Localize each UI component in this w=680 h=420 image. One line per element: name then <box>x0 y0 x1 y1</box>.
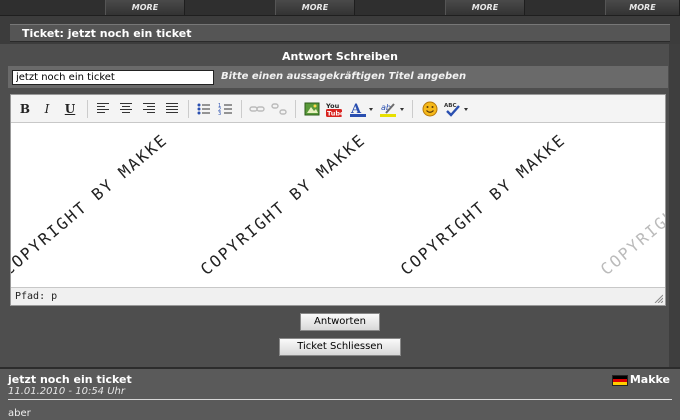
close-ticket-button[interactable]: Ticket Schliessen <box>279 338 401 356</box>
toolbar-divider <box>188 100 189 118</box>
reply-form-header: Antwort Schreiben <box>282 50 398 63</box>
unlink-icon[interactable] <box>271 101 287 117</box>
copyright-watermark: COPYRIGHT BY MAKKE <box>196 129 370 279</box>
spellcheck-icon[interactable]: ABC <box>444 101 470 117</box>
title-row: Bitte einen aussagekräftigen Titel angeb… <box>8 66 668 88</box>
toolbar-divider <box>412 100 413 118</box>
bullet-list-icon[interactable] <box>196 101 212 117</box>
post-date: 11.01.2010 - 10:54 Uhr <box>8 386 125 397</box>
title-input[interactable] <box>12 70 214 85</box>
highlight-color-icon[interactable]: ab <box>380 101 406 117</box>
insert-image-icon[interactable] <box>304 101 320 117</box>
align-center-icon[interactable] <box>120 103 132 114</box>
toolbar-divider <box>87 100 88 118</box>
page-right-margin <box>669 44 680 367</box>
numbered-list-icon[interactable]: 1 2 3 <box>218 101 234 117</box>
svg-text:ab: ab <box>381 103 391 112</box>
text-color-icon[interactable]: A <box>350 101 374 117</box>
title-hint: Bitte einen aussagekräftigen Titel angeb… <box>221 71 467 82</box>
reply-button[interactable]: Antworten <box>300 313 380 331</box>
svg-text:ABC: ABC <box>444 103 457 109</box>
toolbar-divider <box>241 100 242 118</box>
svg-text:Tube: Tube <box>327 110 342 118</box>
smiley-icon[interactable] <box>422 101 438 117</box>
ticket-title: Ticket: jetzt noch ein ticket <box>22 27 192 40</box>
ticket-title-bar: Ticket: jetzt noch ein ticket <box>10 24 670 42</box>
post-author[interactable]: Makke <box>630 373 670 386</box>
reply-form: Antwort Schreiben Bitte einen aussagekrä… <box>0 44 680 370</box>
post-separator <box>8 399 672 400</box>
top-navigation: MORE MORE MORE MORE <box>0 0 680 16</box>
post-title: jetzt noch ein ticket <box>8 373 132 386</box>
more-button-3[interactable]: MORE <box>445 0 525 15</box>
rich-text-editor[interactable]: B I U 1 2 3 You Tub A ab ABC COPYRIGHT B… <box>10 94 666 306</box>
align-right-icon[interactable] <box>143 103 155 114</box>
align-justify-icon[interactable] <box>166 103 178 114</box>
german-flag-icon <box>612 375 628 386</box>
more-button-2[interactable]: MORE <box>275 0 355 15</box>
ticket-post: jetzt noch ein ticket 11.01.2010 - 10:54… <box>0 369 680 420</box>
copyright-watermark: COPYRIGHT BY MAKKE <box>396 129 570 279</box>
resize-grip-icon[interactable] <box>653 293 663 303</box>
editor-status-bar: Pfad: p <box>11 287 665 305</box>
toolbar-divider <box>295 100 296 118</box>
more-button-1[interactable]: MORE <box>105 0 185 15</box>
link-icon[interactable] <box>249 101 265 117</box>
element-path: Pfad: p <box>15 291 58 302</box>
align-left-icon[interactable] <box>97 103 109 114</box>
italic-button[interactable]: I <box>39 101 55 117</box>
editor-toolbar: B I U 1 2 3 You Tub A ab ABC <box>11 95 665 123</box>
copyright-watermark: COPYRIGHT BY MAKKE <box>596 130 665 279</box>
editor-content-area[interactable]: COPYRIGHT BY MAKKE COPYRIGHT BY MAKKE CO… <box>11 124 665 287</box>
bold-button[interactable]: B <box>17 101 33 117</box>
svg-text:3: 3 <box>218 111 221 117</box>
more-button-4[interactable]: MORE <box>605 0 680 15</box>
underline-button[interactable]: U <box>62 101 78 117</box>
post-body: aber <box>8 408 31 419</box>
youtube-icon[interactable]: You Tube <box>326 101 342 117</box>
copyright-watermark: COPYRIGHT BY MAKKE <box>11 129 172 279</box>
